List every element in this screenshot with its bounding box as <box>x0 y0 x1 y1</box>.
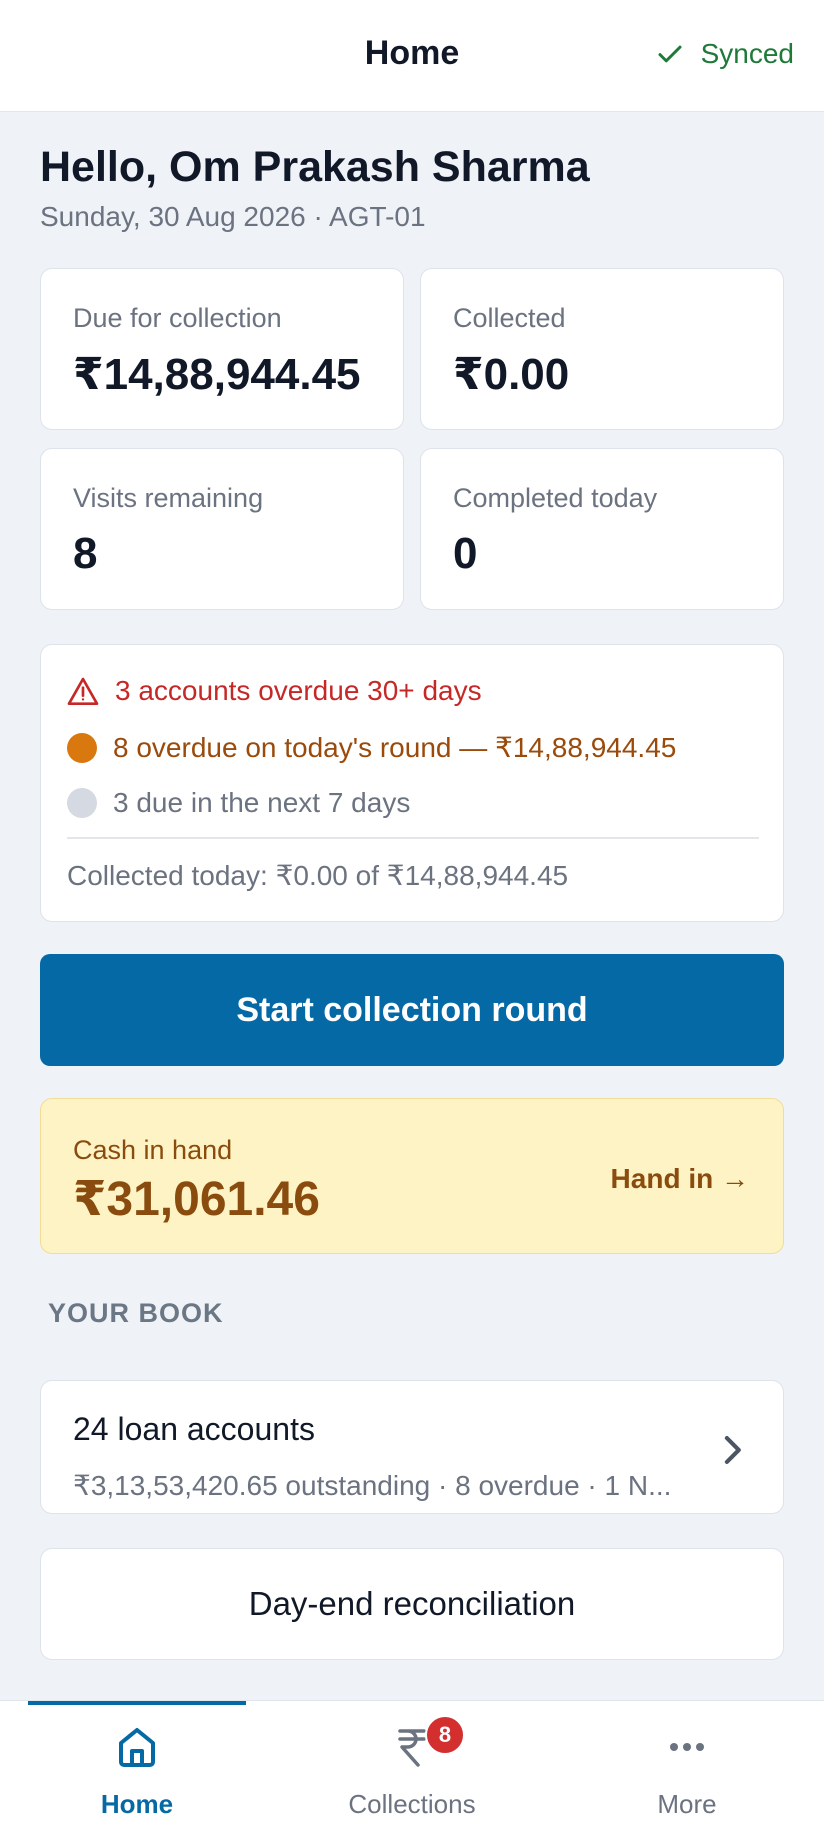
cash-in-hand-card: Cash in hand ₹31,061.46 Hand in → <box>40 1098 784 1254</box>
stat-value: 8 <box>73 529 98 578</box>
check-icon <box>658 45 682 63</box>
alert-due-next-text: 3 due in the next 7 days <box>113 787 411 818</box>
bottom-navigation: Home 8 Collections More <box>0 1700 824 1830</box>
alert-overdue-today[interactable]: 8 overdue on today's round — ₹14,88,944.… <box>67 731 676 764</box>
nav-tab-home[interactable]: Home <box>0 1701 274 1830</box>
chevron-right-icon <box>724 1436 741 1464</box>
top-app-bar: Home Synced <box>0 0 824 112</box>
more-dots-icon <box>670 1743 704 1751</box>
home-icon <box>119 1728 155 1767</box>
day-end-reconciliation-button[interactable]: Day-end reconciliation <box>40 1548 784 1660</box>
loan-accounts-card[interactable]: 24 loan accounts ₹3,13,53,420.65 outstan… <box>40 1380 784 1514</box>
alert-overdue-30[interactable]: 3 accounts overdue 30+ days <box>67 675 482 707</box>
loan-accounts-count: 24 loan accounts <box>73 1411 315 1447</box>
stat-value: 0 <box>453 529 478 578</box>
hand-in-link[interactable]: Hand in → <box>611 1163 749 1195</box>
stat-label: Due for collection <box>73 303 282 333</box>
divider <box>67 837 759 839</box>
stat-value: ₹0.00 <box>453 350 570 399</box>
nav-tab-more-label: More <box>657 1789 717 1819</box>
alert-overdue-30-text: 3 accounts overdue 30+ days <box>115 675 482 706</box>
day-end-reconciliation-label: Day-end reconciliation <box>248 1585 576 1622</box>
nav-tab-more[interactable]: More <box>550 1701 824 1830</box>
nav-tab-home-label: Home <box>100 1789 174 1819</box>
start-collection-round-button[interactable]: Start collection round <box>40 954 784 1066</box>
date-agent-line: Sunday, 30 Aug 2026 · AGT-01 <box>40 201 426 232</box>
stat-value: ₹14,88,944.45 <box>73 350 361 399</box>
stat-card-collected: Collected ₹0.00 <box>420 268 784 430</box>
grey-dot-icon <box>67 788 97 818</box>
stat-label: Visits remaining <box>73 483 264 513</box>
greeting-heading: Hello, Om Prakash Sharma <box>40 143 590 191</box>
alert-overdue-today-text: 8 overdue on today's round — ₹14,88,944.… <box>113 732 677 763</box>
stat-label: Collected <box>453 303 566 333</box>
warning-triangle-icon <box>67 677 99 706</box>
orange-dot-icon <box>67 732 97 763</box>
cash-in-hand-label: Cash in hand <box>73 1135 233 1165</box>
stat-card-due: Due for collection ₹14,88,944.45 <box>40 268 404 430</box>
stat-card-completed-today: Completed today 0 <box>420 448 784 610</box>
sync-status[interactable]: Synced <box>655 38 794 70</box>
section-title-your-book: YOUR BOOK <box>48 1298 224 1328</box>
stat-card-visits-remaining: Visits remaining 8 <box>40 448 404 610</box>
alert-due-next[interactable]: 3 due in the next 7 days <box>67 787 410 819</box>
sync-status-label: Synced <box>700 38 794 69</box>
nav-tab-collections[interactable]: 8 Collections <box>275 1701 549 1830</box>
loan-accounts-summary: ₹3,13,53,420.65 outstanding · 8 overdue … <box>73 1470 672 1501</box>
collected-summary: Collected today: ₹0.00 of ₹14,88,944.45 <box>67 860 569 891</box>
collections-count-badge: 8 <box>425 1715 465 1755</box>
stat-label: Completed today <box>453 483 658 513</box>
alerts-card: 3 accounts overdue 30+ days 8 overdue on… <box>40 644 784 922</box>
nav-tab-collections-label: Collections <box>348 1789 476 1819</box>
cash-in-hand-value: ₹31,061.46 <box>73 1173 320 1226</box>
